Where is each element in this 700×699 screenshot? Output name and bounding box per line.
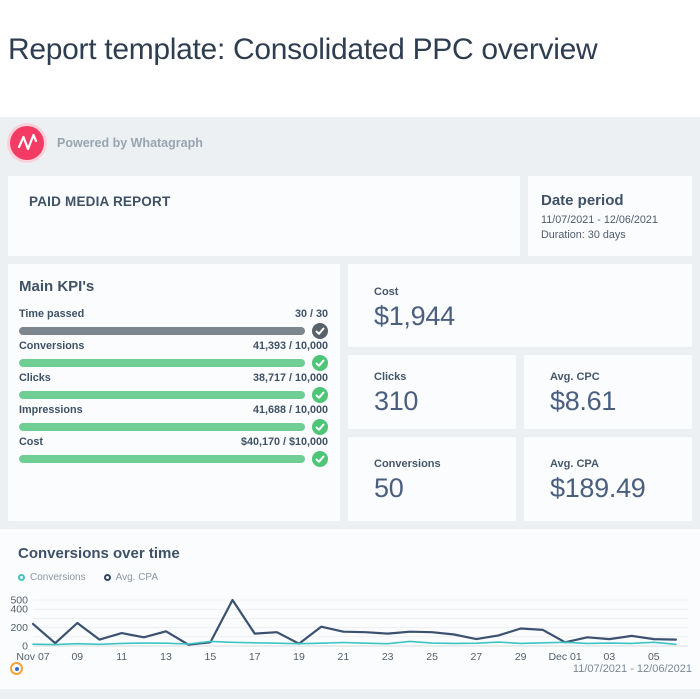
stat-value: $8.61	[550, 386, 692, 417]
main-kpis-card: Main KPI's Time passed 30 / 30 Conversio…	[8, 264, 340, 521]
svg-text:09: 09	[71, 651, 83, 663]
stat-value: $189.49	[550, 473, 692, 504]
check-circle-icon	[312, 323, 328, 339]
stat-card-cost: Cost $1,944	[348, 264, 692, 347]
whatagraph-logo-icon[interactable]	[10, 126, 44, 160]
kpi-row-conversions: Conversions 41,393 / 10,000	[19, 340, 328, 371]
svg-text:11: 11	[116, 651, 127, 663]
date-period-duration: Duration: 30 days	[541, 229, 692, 241]
stat-card-avg-cpa: Avg. CPA $189.49	[524, 437, 692, 521]
svg-text:03: 03	[604, 651, 616, 663]
powered-by-bar: Powered by Whatagraph	[10, 126, 700, 160]
report-title: PAID MEDIA REPORT	[29, 194, 520, 209]
conversions-over-time-card: Conversions over time Conversions Avg. C…	[0, 529, 700, 689]
svg-text:15: 15	[205, 651, 217, 663]
svg-text:19: 19	[293, 651, 305, 663]
progress-bar	[19, 359, 305, 367]
kpi-label: Conversions	[19, 340, 84, 352]
progress-bar	[19, 327, 305, 335]
svg-text:200: 200	[10, 622, 28, 634]
kpi-value: 30 / 30	[295, 308, 328, 320]
stat-value: 310	[374, 386, 516, 417]
date-period-range: 11/07/2021 - 12/06/2021	[541, 214, 692, 226]
check-circle-icon	[312, 451, 328, 467]
check-circle-icon	[312, 387, 328, 403]
kpi-value: 41,688 / 10,000	[253, 404, 328, 416]
stat-value: 50	[374, 473, 516, 504]
check-circle-icon	[312, 355, 328, 371]
page-header: Report template: Consolidated PPC overvi…	[0, 0, 700, 117]
kpi-value: 41,393 / 10,000	[253, 340, 328, 352]
data-source-icon	[10, 662, 23, 675]
stat-label: Clicks	[374, 371, 516, 383]
stat-card-conversions: Conversions 50	[348, 437, 516, 521]
svg-text:27: 27	[471, 651, 483, 663]
progress-bar	[19, 455, 305, 463]
stat-label: Avg. CPA	[550, 458, 692, 470]
svg-text:17: 17	[249, 651, 261, 663]
svg-text:05: 05	[648, 651, 660, 663]
page-title: Report template: Consolidated PPC overvi…	[8, 33, 700, 67]
progress-bar	[19, 391, 305, 399]
kpi-label: Clicks	[19, 372, 51, 384]
kpi-row-time-passed: Time passed 30 / 30	[19, 308, 328, 339]
svg-text:21: 21	[338, 651, 350, 663]
svg-text:Nov 07: Nov 07	[16, 651, 49, 663]
kpi-row-impressions: Impressions 41,688 / 10,000	[19, 404, 328, 435]
svg-text:Dec 01: Dec 01	[548, 651, 581, 663]
kpi-row-clicks: Clicks 38,717 / 10,000	[19, 372, 328, 403]
stat-label: Avg. CPC	[550, 371, 692, 383]
svg-text:25: 25	[426, 651, 438, 663]
kpi-row-cost: Cost $40,170 / $10,000	[19, 436, 328, 467]
stat-value: $1,944	[374, 301, 692, 332]
main-kpis-title: Main KPI's	[19, 278, 328, 295]
kpi-label: Cost	[19, 436, 43, 448]
check-circle-icon	[312, 419, 328, 435]
date-period-title: Date period	[541, 192, 692, 209]
stat-label: Conversions	[374, 458, 516, 470]
report-body: PAID MEDIA REPORT Date period 11/07/2021…	[0, 176, 700, 521]
report-title-card: PAID MEDIA REPORT	[8, 176, 520, 256]
kpi-value: 38,717 / 10,000	[253, 372, 328, 384]
w-glyph	[10, 126, 44, 160]
chart-date-range: 11/07/2021 - 12/06/2021	[573, 663, 692, 675]
date-period-card: Date period 11/07/2021 - 12/06/2021 Dura…	[528, 176, 692, 256]
kpi-label: Time passed	[19, 308, 84, 320]
svg-text:29: 29	[515, 651, 527, 663]
powered-by-label: Powered by Whatagraph	[57, 136, 203, 150]
stat-label: Cost	[374, 286, 692, 298]
stat-card-avg-cpc: Avg. CPC $8.61	[524, 355, 692, 429]
kpi-value: $40,170 / $10,000	[241, 436, 328, 448]
kpi-label: Impressions	[19, 404, 83, 416]
svg-text:400: 400	[10, 604, 28, 616]
progress-bar	[19, 423, 305, 431]
svg-text:13: 13	[160, 651, 172, 663]
svg-text:23: 23	[382, 651, 394, 663]
stat-card-clicks: Clicks 310	[348, 355, 516, 429]
